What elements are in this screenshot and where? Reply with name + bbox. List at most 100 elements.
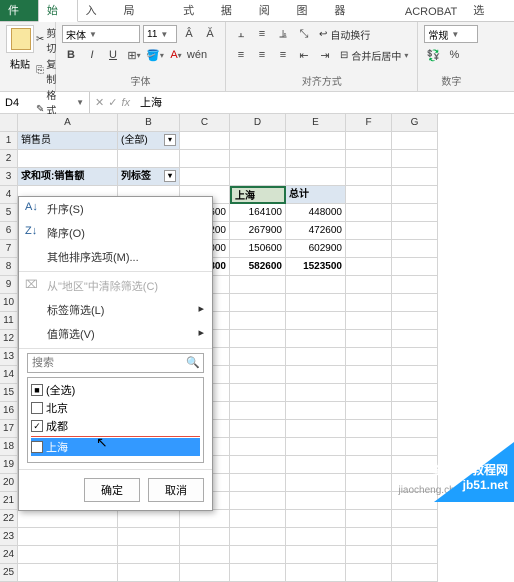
cell[interactable] [180,168,230,186]
cell[interactable] [392,510,438,528]
cell[interactable] [286,276,346,294]
indent-inc-button[interactable]: ⇥ [316,46,334,64]
cell[interactable] [230,276,286,294]
underline-button[interactable]: U [104,46,122,64]
cell[interactable] [286,294,346,312]
cell[interactable] [118,510,180,528]
italic-button[interactable]: I [83,46,101,64]
cell[interactable]: 150600 [230,240,286,258]
cell[interactable] [346,510,392,528]
cell[interactable]: 上海 [230,186,286,204]
align-center-button[interactable]: ≡ [253,46,271,64]
cell[interactable] [392,420,438,438]
increase-font-button[interactable]: Â [180,25,198,43]
row-header[interactable]: 25 [0,564,18,582]
row-header[interactable]: 12 [0,330,18,348]
tab-data[interactable]: 数据 [213,0,251,21]
cell[interactable] [286,348,346,366]
cell[interactable] [230,366,286,384]
pivot-filter-icon[interactable]: ▾ [164,170,176,182]
cell[interactable] [230,150,286,168]
cell[interactable] [118,546,180,564]
cell[interactable] [392,528,438,546]
cell[interactable] [392,240,438,258]
row-header[interactable]: 7 [0,240,18,258]
row-header[interactable]: 14 [0,366,18,384]
cell[interactable] [18,528,118,546]
cell[interactable] [286,402,346,420]
col-header[interactable]: E [286,114,346,132]
cell[interactable]: (全部)▾ [118,132,180,150]
tab-formula[interactable]: 公式 [175,0,213,21]
cell[interactable] [392,456,438,474]
cell[interactable] [346,330,392,348]
cell[interactable] [230,528,286,546]
cell[interactable] [230,348,286,366]
cell[interactable] [286,312,346,330]
row-header[interactable]: 24 [0,546,18,564]
cell[interactable] [286,150,346,168]
merge-center-button[interactable]: ⊟合并后居中▾ [337,47,411,64]
tab-view[interactable]: 视图 [289,0,327,21]
cell[interactable] [346,366,392,384]
cell[interactable] [180,150,230,168]
fill-color-button[interactable]: 🪣▾ [146,46,164,64]
cell[interactable] [346,258,392,276]
cell[interactable] [346,456,392,474]
paste-icon[interactable] [6,25,34,53]
cell[interactable] [286,528,346,546]
row-header[interactable]: 22 [0,510,18,528]
cell[interactable] [18,150,118,168]
col-header[interactable]: C [180,114,230,132]
cell[interactable]: 列标签▾ [118,168,180,186]
cell[interactable] [392,546,438,564]
cell[interactable] [18,546,118,564]
row-header[interactable]: 15 [0,384,18,402]
col-header[interactable]: A [18,114,118,132]
cell[interactable] [346,204,392,222]
row-header[interactable]: 4 [0,186,18,204]
wrap-text-button[interactable]: ↩自动换行 [316,26,373,43]
cell[interactable]: 602900 [286,240,346,258]
font-name-select[interactable]: 宋体▼ [62,25,140,43]
cell[interactable] [286,510,346,528]
cell[interactable]: 销售员 [18,132,118,150]
tab-file[interactable]: 文件 [0,0,38,21]
filter-item[interactable]: ■(全选) [31,381,200,399]
cell[interactable] [392,384,438,402]
enter-fx-icon[interactable]: ✓ [108,96,117,109]
row-header[interactable]: 23 [0,528,18,546]
sort-asc-item[interactable]: A↓升序(S) [19,197,212,221]
cell[interactable] [346,546,392,564]
cell[interactable] [392,348,438,366]
cell[interactable] [230,420,286,438]
cell[interactable] [286,456,346,474]
cell[interactable] [230,492,286,510]
decrease-font-button[interactable]: Ă [201,25,219,43]
row-header[interactable]: 18 [0,438,18,456]
orientation-button[interactable]: ⤡ [295,25,313,43]
row-header[interactable]: 20 [0,474,18,492]
cell[interactable] [286,420,346,438]
col-header[interactable]: F [346,114,392,132]
cell[interactable] [286,492,346,510]
align-middle-button[interactable]: ≡ [253,25,271,43]
select-all-corner[interactable] [0,114,18,132]
cell[interactable] [392,438,438,456]
row-header[interactable]: 13 [0,348,18,366]
filter-checkbox-list[interactable]: ■(全选)北京✓成都✓上海 [27,377,204,463]
cell[interactable] [392,150,438,168]
cell[interactable] [346,438,392,456]
cell[interactable] [230,312,286,330]
row-header[interactable]: 21 [0,492,18,510]
cell[interactable] [230,168,286,186]
row-header[interactable]: 1 [0,132,18,150]
cell[interactable] [392,330,438,348]
cell[interactable]: 求和项:销售额 [18,168,118,186]
name-box[interactable]: D4▼ [0,92,90,113]
cell[interactable] [286,474,346,492]
currency-button[interactable]: 💱 [424,46,442,64]
indent-dec-button[interactable]: ⇤ [295,46,313,64]
cell[interactable] [346,402,392,420]
cell[interactable] [392,276,438,294]
